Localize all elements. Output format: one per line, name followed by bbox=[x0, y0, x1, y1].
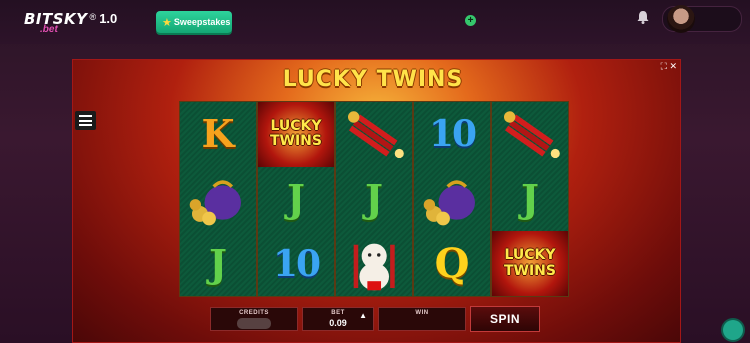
top-bar: BITSKY .bet ® 1.0 ★ Sweepstakes + bbox=[0, 0, 750, 44]
reel-3: J bbox=[336, 102, 412, 296]
game-frame: ⛶ ✕ LUCKY TWINS K J LUCKY TWINS J 10 J 10 Q J LUCK… bbox=[72, 59, 681, 343]
credits-display: CREDITS bbox=[210, 307, 298, 331]
symbol-letter: J bbox=[209, 240, 227, 286]
reel-symbol-K: K bbox=[180, 102, 256, 167]
symbol-letter: Q bbox=[434, 239, 470, 287]
user-profile[interactable] bbox=[662, 5, 742, 33]
reel-symbol-wild: LUCKY TWINS bbox=[492, 231, 568, 296]
reel-4: 10 Q bbox=[414, 102, 490, 296]
reel-symbol-Q: Q bbox=[414, 231, 490, 296]
reel-symbol-firecracker bbox=[492, 102, 568, 167]
reel-1: KJ bbox=[180, 102, 256, 296]
game-title: LUCKY TWINS bbox=[282, 67, 464, 92]
reel-symbol-J: J bbox=[258, 167, 334, 232]
reel-symbol-coin-bag bbox=[414, 167, 490, 232]
reel-symbol-J: J bbox=[180, 231, 256, 296]
credits-label: CREDITS bbox=[239, 310, 269, 316]
spin-button[interactable]: SPIN bbox=[470, 306, 540, 332]
logo-subtext: .bet bbox=[40, 24, 58, 35]
sweepstakes-button[interactable]: ★ Sweepstakes bbox=[156, 11, 232, 33]
bet-display[interactable]: BET 0.09 ▲ bbox=[302, 307, 374, 331]
hamburger-line bbox=[79, 124, 92, 126]
reel-symbol-J: J bbox=[492, 167, 568, 232]
registered-mark: ® bbox=[89, 12, 97, 22]
credits-value-hidden bbox=[237, 318, 271, 329]
wild-symbol-text: LUCKY TWINS bbox=[269, 117, 322, 150]
reel-5: J LUCKY TWINS bbox=[492, 102, 568, 296]
chat-support-icon[interactable] bbox=[723, 320, 743, 340]
symbol-letter: J bbox=[365, 175, 383, 221]
symbol-letter: 10 bbox=[272, 242, 321, 285]
plus-icon[interactable]: + bbox=[465, 15, 476, 26]
sweepstakes-label: Sweepstakes bbox=[173, 17, 231, 27]
hamburger-line bbox=[79, 119, 92, 122]
game-menu-button[interactable] bbox=[75, 111, 96, 130]
reel-symbol-10: 10 bbox=[414, 102, 490, 167]
reel-symbol-coin-bag bbox=[180, 167, 256, 232]
firecracker-icon bbox=[336, 102, 412, 167]
reel-symbol-firecracker bbox=[336, 102, 412, 167]
symbol-letter: J bbox=[521, 175, 539, 221]
symbol-letter: 10 bbox=[428, 113, 477, 156]
game-window-controls[interactable]: ⛶ ✕ bbox=[661, 61, 677, 72]
bet-increase-icon[interactable]: ▲ bbox=[359, 311, 367, 320]
coin-bag-icon bbox=[414, 167, 490, 232]
reel-grid: K J LUCKY TWINS J 10 J 10 Q J LUCKY TWINS bbox=[179, 101, 569, 297]
coin-bag-icon bbox=[180, 167, 256, 232]
bell-icon[interactable] bbox=[635, 9, 651, 25]
star-icon: ★ bbox=[162, 16, 172, 29]
firecracker-icon bbox=[492, 102, 568, 167]
hamburger-line bbox=[79, 115, 92, 117]
wild-symbol-text: LUCKY TWINS bbox=[503, 247, 556, 279]
symbol-letter: K bbox=[201, 111, 235, 157]
reel-symbol-10: 10 bbox=[258, 231, 334, 296]
site-logo[interactable]: BITSKY .bet ® 1.0 bbox=[24, 10, 117, 36]
win-display: WIN bbox=[378, 307, 466, 331]
symbol-letter: J bbox=[287, 175, 305, 221]
avatar[interactable] bbox=[667, 5, 695, 33]
reel-2: LUCKY TWINS J 10 bbox=[258, 102, 334, 296]
reel-symbol-wild: LUCKY TWINS bbox=[258, 102, 334, 167]
version-label: 1.0 bbox=[99, 11, 118, 26]
reel-symbol-J: J bbox=[336, 167, 412, 232]
win-label: WIN bbox=[415, 310, 429, 316]
reel-symbol-lucky-cat bbox=[336, 231, 412, 296]
lucky-cat-icon bbox=[336, 231, 412, 296]
